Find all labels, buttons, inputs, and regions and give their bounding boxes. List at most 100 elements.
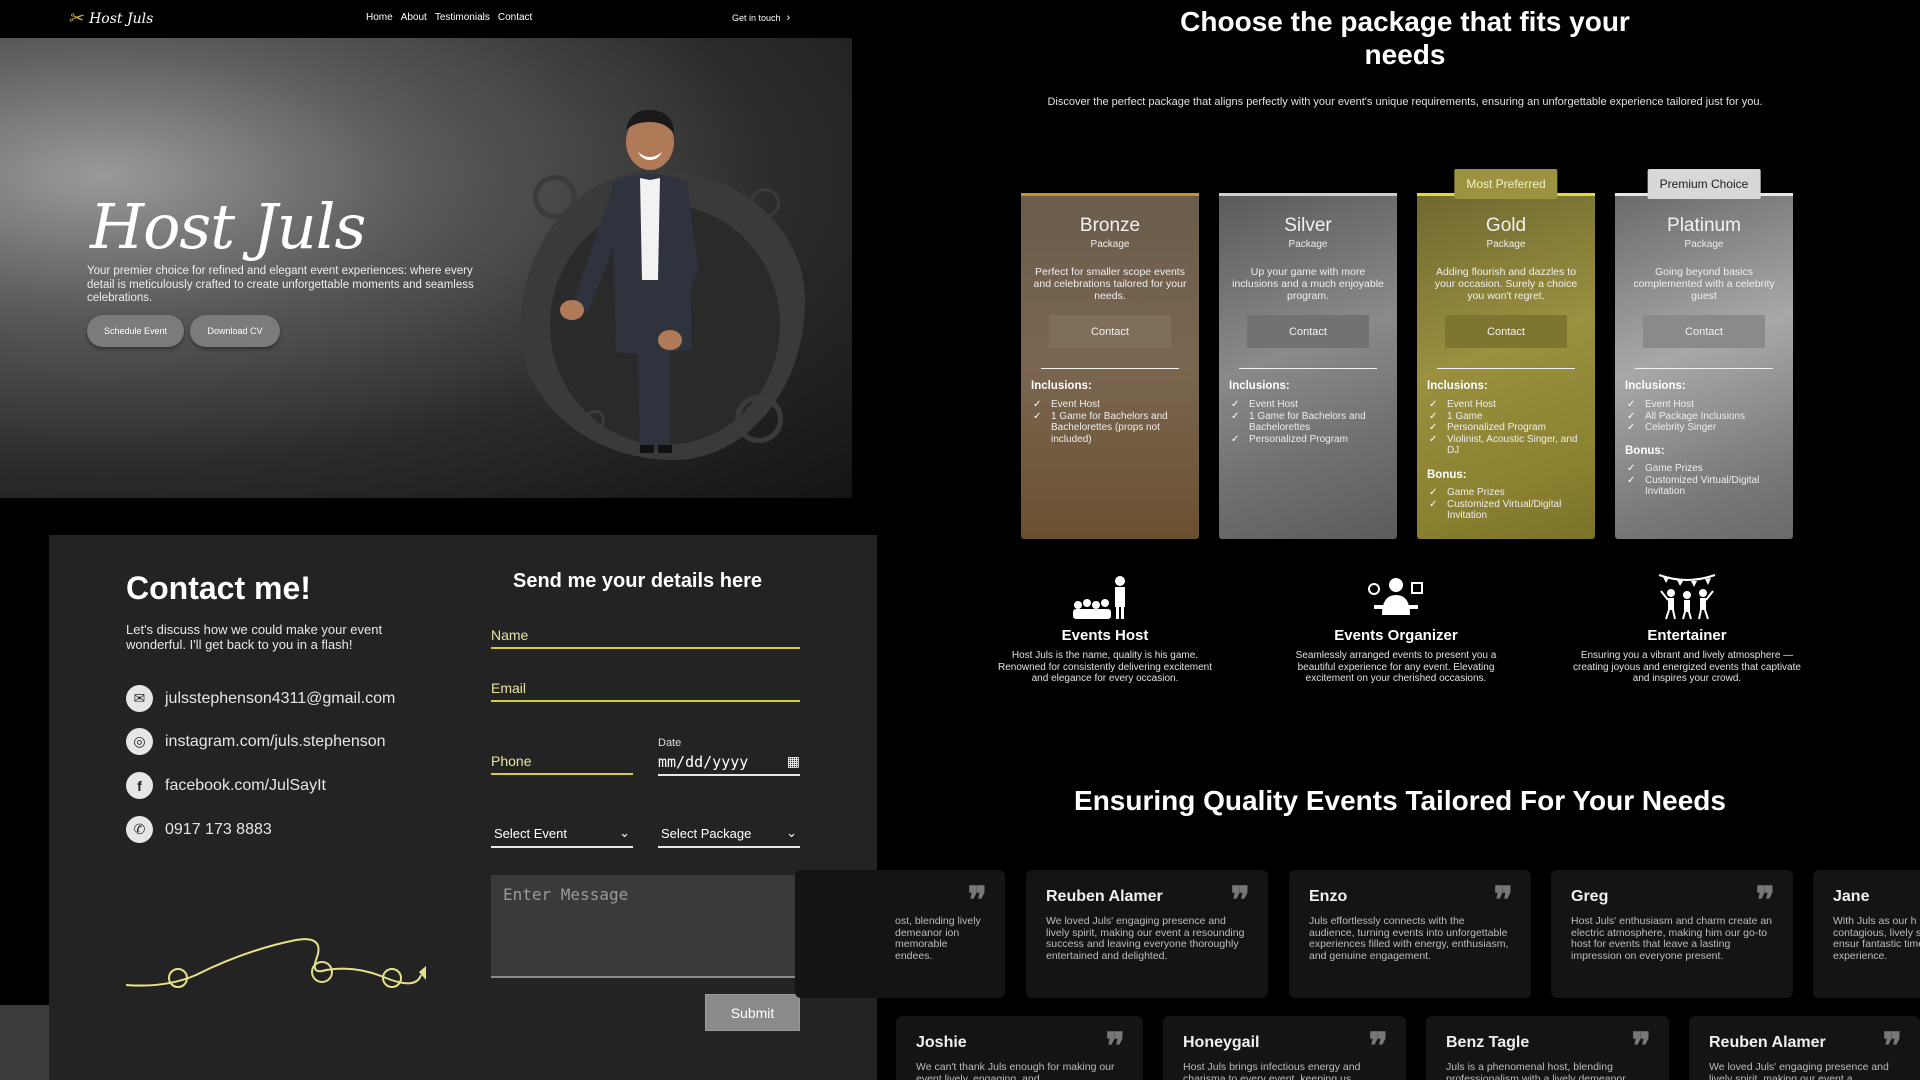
contact-phone-row[interactable]: ✆ 0917 173 8883 bbox=[126, 816, 272, 843]
list-item: Event Host bbox=[1031, 399, 1193, 411]
testimonial-card: Jane With Juls as our h contagious, live… bbox=[1813, 870, 1920, 998]
contact-instagram-row[interactable]: ◎ instagram.com/juls.stephenson bbox=[126, 728, 386, 755]
testimonial-name: Enzo bbox=[1309, 888, 1348, 905]
quote-icon: ❞ bbox=[1631, 1025, 1651, 1067]
package-name: Gold bbox=[1485, 215, 1527, 236]
select-package-label: Select Package bbox=[661, 825, 752, 841]
inclusions-list: Event Host All Package Inclusions Celebr… bbox=[1625, 399, 1787, 434]
testimonial-text: Host Juls' enthusiasm and charm create a… bbox=[1571, 915, 1773, 962]
most-preferred-badge: Most Preferred bbox=[1454, 169, 1558, 199]
list-item: Event Host bbox=[1625, 399, 1787, 411]
service-description: Seamlessly arranged events to present yo… bbox=[1295, 650, 1497, 684]
testimonial-card: ❞ Greg Host Juls' enthusiasm and charm c… bbox=[1551, 870, 1793, 998]
entertainer-icon bbox=[1572, 573, 1802, 621]
chevron-down-icon: ⌄ bbox=[786, 825, 797, 840]
quote-icon: ❞ bbox=[1755, 879, 1775, 921]
list-item: Celebrity Singer bbox=[1625, 422, 1787, 434]
testimonial-card: ❞ Reuben Alamer We loved Juls' engaging … bbox=[1026, 870, 1268, 998]
event-host-icon bbox=[990, 573, 1220, 621]
contact-facebook: facebook.com/JulSayIt bbox=[165, 776, 326, 794]
inclusions-label: Inclusions: bbox=[1031, 380, 1092, 392]
list-item: Violinist, Acoustic Singer, and DJ bbox=[1427, 434, 1589, 457]
list-item: 1 Game for Bachelors and Bachelorettes bbox=[1229, 411, 1391, 434]
list-item: Customized Virtual/Digital Invitation bbox=[1427, 499, 1589, 522]
contact-email-row[interactable]: ✉ julsstephenson4311@gmail.com bbox=[126, 685, 395, 712]
testimonial-card: ❞ Enzo Juls effortlessly connects with t… bbox=[1289, 870, 1531, 998]
premium-choice-badge: Premium Choice bbox=[1647, 169, 1761, 199]
message-textarea[interactable]: Enter Message bbox=[491, 875, 800, 978]
nav-link-about[interactable]: About bbox=[401, 12, 427, 23]
select-event-label: Select Event bbox=[494, 825, 567, 841]
phone-field[interactable]: Phone bbox=[491, 753, 633, 775]
card-accent bbox=[1021, 193, 1199, 196]
divider bbox=[1437, 368, 1575, 369]
list-item: Game Prizes bbox=[1625, 463, 1787, 475]
contact-phone: 0917 173 8883 bbox=[165, 820, 272, 838]
divider bbox=[1635, 368, 1773, 369]
list-item: Customized Virtual/Digital Invitation bbox=[1625, 475, 1787, 498]
contact-button[interactable]: Contact bbox=[1445, 315, 1567, 348]
package-label: Package bbox=[1486, 239, 1526, 250]
testimonial-card: ❞ Honeygail Host Juls brings infectious … bbox=[1163, 1016, 1406, 1080]
list-item: Personalized Program bbox=[1427, 422, 1589, 434]
decor-ring bbox=[735, 395, 783, 443]
quote-icon: ❞ bbox=[1493, 879, 1513, 921]
facebook-icon: f bbox=[126, 772, 153, 799]
download-cv-button[interactable]: Download CV bbox=[190, 315, 280, 347]
phone-icon: ✆ bbox=[126, 816, 153, 843]
nav-link-home[interactable]: Home bbox=[366, 12, 393, 23]
list-item: Event Host bbox=[1229, 399, 1391, 411]
package-name: Silver bbox=[1284, 215, 1332, 236]
package-name: Bronze bbox=[1079, 215, 1141, 236]
package-card-silver: Silver Package Up your game with more in… bbox=[1219, 193, 1397, 539]
decorative-squiggle bbox=[126, 938, 426, 988]
packages-subtitle: Discover the perfect package that aligns… bbox=[1047, 96, 1763, 108]
logo-text: Host Juls bbox=[89, 10, 154, 27]
service-events-organizer: Events Organizer Seamlessly arranged eve… bbox=[1281, 573, 1511, 685]
testimonial-text: Juls effortlessly connects with the audi… bbox=[1309, 915, 1509, 962]
calendar-icon: ▦ bbox=[786, 754, 800, 770]
inclusions-list: Event Host 1 Game for Bachelors and Bach… bbox=[1031, 399, 1193, 445]
select-event-dropdown[interactable]: Select Event ⌄ bbox=[491, 820, 633, 848]
bonus-list: Game Prizes Customized Virtual/Digital I… bbox=[1427, 487, 1589, 522]
nav-links: Home About Testimonials Contact bbox=[366, 12, 532, 23]
packages-title: Choose the package that fits your needs bbox=[1180, 6, 1630, 70]
event-organizer-icon bbox=[1281, 573, 1511, 621]
inclusions-label: Inclusions: bbox=[1625, 380, 1686, 392]
testimonial-text: Juls is a phenomenal host, blending prof… bbox=[1446, 1061, 1626, 1080]
testimonial-name: Benz Tagle bbox=[1446, 1034, 1530, 1051]
inclusions-label: Inclusions: bbox=[1229, 380, 1290, 392]
service-title: Events Organizer bbox=[1334, 627, 1458, 644]
date-label: Date bbox=[658, 737, 682, 749]
submit-button[interactable]: Submit bbox=[705, 994, 800, 1031]
list-item: Game Prizes bbox=[1427, 487, 1589, 499]
contact-button[interactable]: Contact bbox=[1247, 315, 1369, 348]
contact-facebook-row[interactable]: f facebook.com/JulSayIt bbox=[126, 772, 326, 799]
logo[interactable]: ✂ Host Juls bbox=[68, 8, 153, 29]
nav-link-contact[interactable]: Contact bbox=[498, 12, 532, 23]
email-field[interactable]: Email bbox=[491, 680, 800, 702]
date-field[interactable]: mm/dd/yyyy ▦ bbox=[658, 750, 800, 776]
list-item: All Package Inclusions bbox=[1625, 411, 1787, 423]
quote-icon: ❞ bbox=[1882, 1025, 1902, 1067]
package-description: Up your game with more inclusions and a … bbox=[1232, 266, 1384, 302]
contact-button[interactable]: Contact bbox=[1643, 315, 1765, 348]
top-nav: ✂ Host Juls Home About Testimonials Cont… bbox=[0, 0, 852, 38]
nav-link-testimonials[interactable]: Testimonials bbox=[435, 12, 490, 23]
testimonial-card: ❞ ost, blending lively demeanor ion memo… bbox=[795, 870, 1005, 998]
instagram-icon: ◎ bbox=[126, 728, 153, 755]
testimonial-name: Joshie bbox=[916, 1034, 967, 1051]
chevron-down-icon: ⌄ bbox=[619, 825, 630, 840]
bonus-label: Bonus: bbox=[1427, 469, 1467, 481]
get-in-touch-link[interactable]: Get in touch › bbox=[732, 12, 790, 24]
contact-email: julsstephenson4311@gmail.com bbox=[165, 689, 396, 707]
select-package-dropdown[interactable]: Select Package ⌄ bbox=[658, 820, 800, 848]
schedule-event-button[interactable]: Schedule Event bbox=[87, 315, 184, 347]
inclusions-list: Event Host 1 Game for Bachelors and Bach… bbox=[1229, 399, 1391, 445]
contact-button[interactable]: Contact bbox=[1049, 315, 1171, 348]
bonus-label: Bonus: bbox=[1625, 445, 1665, 457]
quote-icon: ❞ bbox=[1368, 1025, 1388, 1067]
quote-icon: ❞ bbox=[1105, 1025, 1125, 1067]
mail-icon: ✉ bbox=[126, 685, 153, 712]
name-field[interactable]: Name bbox=[491, 627, 800, 649]
